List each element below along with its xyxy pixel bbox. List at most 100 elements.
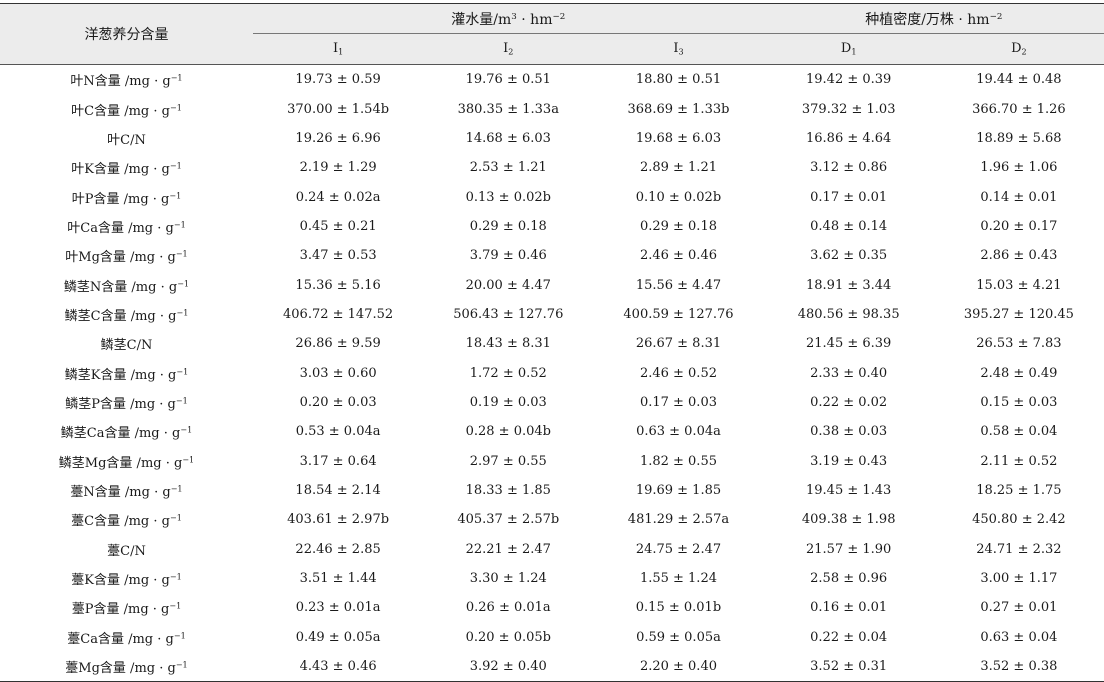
row-label-unit-sup: −1	[169, 103, 182, 113]
value-cell: 18.43 ± 8.31	[465, 336, 551, 352]
row-label: 鳞茎K含量 /mg · g	[64, 367, 177, 383]
value-cell: 18.25 ± 1.75	[976, 482, 1062, 498]
value-cell: 0.16 ± 0.01	[810, 600, 888, 616]
row-label-cell: 叶Ca含量 /mg · g−1	[0, 212, 253, 241]
value-cell: 24.71 ± 2.32	[976, 541, 1062, 557]
value-cell: 368.69 ± 1.33b	[627, 101, 730, 117]
value-cell: 3.30 ± 1.24	[469, 571, 547, 587]
value-cell: 0.58 ± 0.04	[980, 424, 1058, 440]
table-header: 洋葱养分含量 灌水量/m3 · hm−2 种植密度/万株 · hm−2 I1 I…	[0, 3, 1104, 65]
row-label: 鳞茎N含量 /mg · g	[63, 279, 178, 295]
value-cell: 18.33 ± 1.85	[465, 482, 551, 498]
row-label-unit-sup: −1	[175, 396, 188, 406]
table-row: 薹P含量 /mg · g−1 0.23 ± 0.01a 0.26 ± 0.01a 0.…	[0, 593, 1104, 622]
value-cell: 19.42 ± 0.39	[806, 72, 892, 88]
value-cell: 0.15 ± 0.03	[980, 394, 1058, 410]
table-row: 鳞茎Ca含量 /mg · g−1 0.53 ± 0.04a 0.28 ± 0.04b…	[0, 417, 1104, 446]
row-label-cell: 薹Mg含量 /mg · g−1	[0, 651, 253, 682]
value-cell: 506.43 ± 127.76	[453, 306, 564, 322]
value-cell: 26.86 ± 9.59	[295, 336, 381, 352]
table-row: 叶Mg含量 /mg · g−1 3.47 ± 0.53 3.79 ± 0.46 2.4…	[0, 241, 1104, 270]
density-label: 种植密度/万株 · hm	[865, 11, 990, 28]
value-cell: 2.20 ± 0.40	[593, 651, 764, 682]
row-label: 薹C含量 /mg · g	[71, 514, 170, 530]
col-i1-sub: 1	[338, 47, 344, 57]
value-cell: 0.38 ± 0.03	[810, 424, 888, 440]
value-cell: 0.26 ± 0.01a	[465, 600, 551, 616]
table-row: 鳞茎Mg含量 /mg · g−1 3.17 ± 0.64 2.97 ± 0.55 1.…	[0, 446, 1104, 475]
table-row: 薹K含量 /mg · g−1 3.51 ± 1.44 3.30 ± 1.24 1.55…	[0, 564, 1104, 593]
row-label-cell: 鳞茎K含量 /mg · g−1	[0, 358, 253, 387]
row-label-unit-sup: −1	[176, 308, 189, 318]
value-cell: 21.57 ± 1.90	[806, 541, 892, 557]
value-cell: 2.97 ± 0.55	[469, 453, 547, 469]
value-cell: 1.96 ± 1.06	[980, 160, 1058, 176]
value-cell: 1.72 ± 0.52	[469, 365, 547, 381]
value-cell: 2.48 ± 0.49	[980, 365, 1058, 381]
value-cell: 3.52 ± 0.31	[763, 651, 934, 682]
value-cell: 15.36 ± 5.16	[295, 277, 381, 293]
value-cell: 0.19 ± 0.03	[469, 394, 547, 410]
value-cell: 15.56 ± 4.47	[635, 277, 722, 293]
row-label: 鳞茎P含量 /mg · g	[65, 396, 176, 412]
table-row: 叶Ca含量 /mg · g−1 0.45 ± 0.21 0.29 ± 0.18 0.2…	[0, 212, 1104, 241]
row-label-cell: 鳞茎Ca含量 /mg · g−1	[0, 417, 253, 446]
value-cell: 0.49 ± 0.05a	[295, 629, 381, 645]
value-cell: 3.00 ± 1.17	[980, 571, 1058, 587]
row-label: 叶P含量 /mg · g	[71, 191, 170, 207]
value-cell: 0.59 ± 0.05a	[636, 629, 721, 645]
value-cell: 1.55 ± 1.24	[639, 571, 717, 587]
table-row: 叶K含量 /mg · g−1 2.19 ± 1.29 2.53 ± 1.21 2.89…	[0, 153, 1104, 182]
value-cell: 0.15 ± 0.01b	[635, 600, 722, 616]
nutrient-table: 洋葱养分含量 灌水量/m3 · hm−2 种植密度/万株 · hm−2 I1 I…	[0, 3, 1104, 682]
row-label-unit-sup: −1	[173, 631, 186, 641]
row-label: 叶Mg含量 /mg · g	[65, 250, 176, 266]
value-cell: 2.19 ± 1.29	[299, 160, 377, 176]
value-cell: 20.00 ± 4.47	[465, 277, 551, 293]
value-cell: 0.22 ± 0.02	[810, 394, 888, 410]
value-cell: 19.76 ± 0.51	[465, 72, 551, 88]
value-cell: 0.29 ± 0.18	[639, 218, 717, 234]
row-label-cell: 薹N含量 /mg · g−1	[0, 476, 253, 505]
value-cell: 26.67 ± 8.31	[635, 336, 722, 352]
table-row: 叶P含量 /mg · g−1 0.24 ± 0.02a 0.13 ± 0.02b 0.…	[0, 182, 1104, 211]
value-cell: 450.80 ± 2.42	[972, 512, 1066, 528]
table-row: 鳞茎C/N 26.86 ± 9.59 18.43 ± 8.31 26.67 ± 8.3…	[0, 329, 1104, 358]
value-cell: 0.14 ± 0.01	[980, 189, 1058, 205]
value-cell: 2.89 ± 1.21	[639, 160, 717, 176]
value-cell: 24.75 ± 2.47	[635, 541, 722, 557]
page: 洋葱养分含量 灌水量/m3 · hm−2 种植密度/万株 · hm−2 I1 I…	[0, 0, 1104, 682]
value-cell: 481.29 ± 2.57a	[627, 512, 730, 528]
table-row: 鳞茎C含量 /mg · g−1 406.72 ± 147.52 506.43 ± 1…	[0, 300, 1104, 329]
row-label-cell: 薹C含量 /mg · g−1	[0, 505, 253, 534]
table-row: 薹Mg含量 /mg · g−1 4.43 ± 0.46 3.92 ± 0.40 2.2…	[0, 651, 1104, 682]
value-cell: 409.38 ± 1.98	[801, 512, 896, 528]
col-i3-sub: 3	[678, 47, 684, 57]
value-cell: 22.21 ± 2.47	[465, 541, 551, 557]
value-cell: 0.27 ± 0.01	[980, 600, 1058, 616]
value-cell: 0.17 ± 0.01	[810, 189, 888, 205]
value-cell: 19.45 ± 1.43	[806, 482, 892, 498]
row-label-unit-sup: −1	[169, 601, 182, 611]
value-cell: 380.35 ± 1.33a	[457, 101, 559, 117]
value-cell: 19.69 ± 1.85	[635, 482, 722, 498]
row-label-cell: 叶P含量 /mg · g−1	[0, 182, 253, 211]
row-label: 薹K含量 /mg · g	[71, 573, 170, 589]
table-row: 薹N含量 /mg · g−1 18.54 ± 2.14 18.33 ± 1.85 19…	[0, 476, 1104, 505]
row-label-cell: 鳞茎C/N	[0, 329, 253, 358]
col-d2-sub: 2	[1021, 47, 1027, 57]
value-cell: 0.53 ± 0.04a	[295, 424, 381, 440]
value-cell: 3.52 ± 0.38	[933, 651, 1104, 682]
value-cell: 19.68 ± 6.03	[635, 130, 722, 146]
row-label-unit-sup: −1	[169, 572, 182, 582]
table-row: 鳞茎N含量 /mg · g−1 15.36 ± 5.16 20.00 ± 4.47 1…	[0, 270, 1104, 299]
row-label-unit-sup: −1	[169, 161, 182, 171]
value-cell: 406.72 ± 147.52	[283, 306, 394, 322]
row-label: 薹Ca含量 /mg · g	[67, 631, 174, 647]
value-cell: 0.23 ± 0.01a	[295, 600, 381, 616]
table-body: 叶N含量 /mg · g−1 19.73 ± 0.59 19.76 ± 0.51 18…	[0, 65, 1104, 682]
col-header-d1: D1	[763, 33, 934, 65]
value-cell: 403.61 ± 2.97b	[287, 512, 390, 528]
row-label-unit-sup: −1	[175, 249, 188, 259]
value-cell: 3.03 ± 0.60	[299, 365, 377, 381]
